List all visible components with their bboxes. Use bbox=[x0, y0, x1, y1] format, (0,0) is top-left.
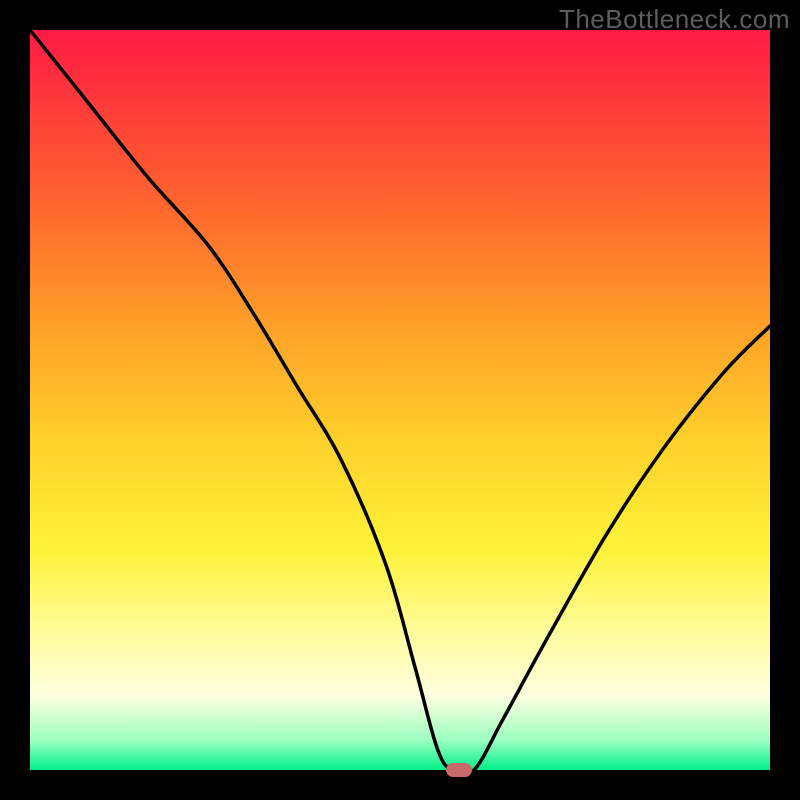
plot-area bbox=[30, 30, 770, 770]
optimal-point-marker bbox=[446, 763, 472, 777]
bottleneck-curve bbox=[30, 30, 770, 770]
chart-frame: TheBottleneck.com bbox=[0, 0, 800, 800]
watermark-text: TheBottleneck.com bbox=[559, 4, 790, 35]
